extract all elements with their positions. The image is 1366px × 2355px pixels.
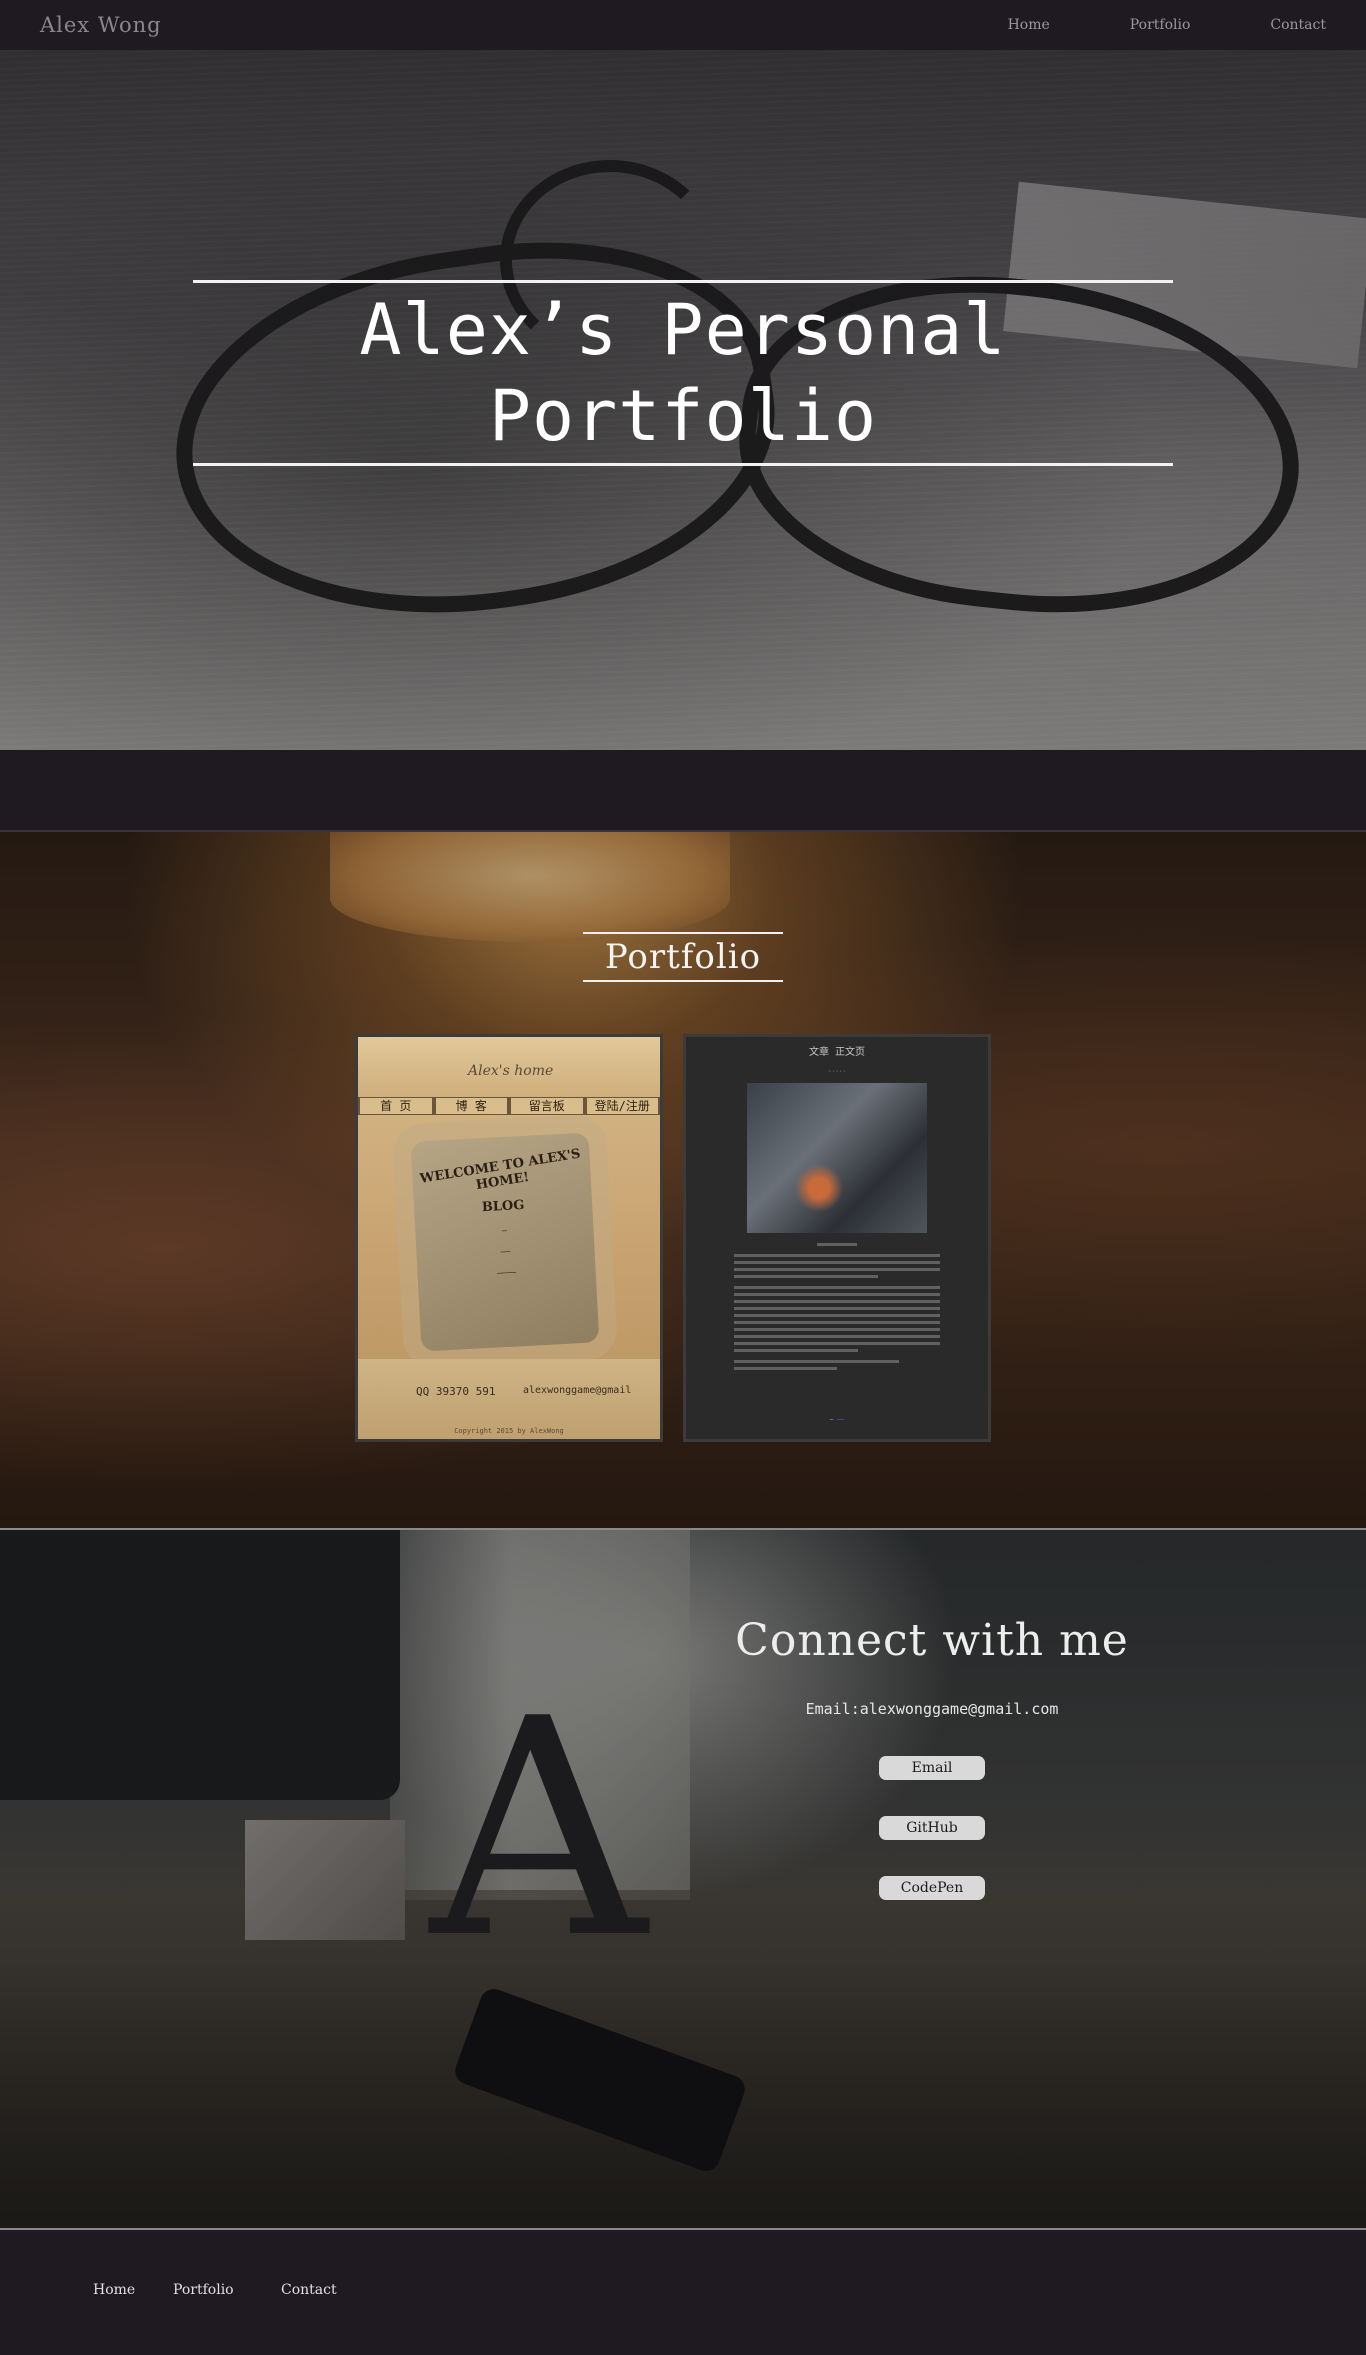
nav-link-home[interactable]: Home [1008, 17, 1050, 33]
project1-menu-item: 博 客 [435, 1098, 507, 1114]
hero-title-line2: Portfolio [488, 375, 878, 457]
project1-menu-item: 登陆/注册 [586, 1098, 658, 1114]
project1-menu-item: 首 页 [360, 1098, 432, 1114]
portfolio-card-article[interactable]: 文章 正文页 ····· — —— [683, 1034, 991, 1442]
hero-title-line1: Alex’s Personal [359, 289, 1007, 371]
project1-copyright: Copyright 2015 by AlexWong [454, 1427, 564, 1435]
project1-mail: alexwonggame@gmail [523, 1385, 632, 1396]
project1-panel-line: ———— [496, 1267, 517, 1278]
hero-bottom-rule [193, 463, 1173, 466]
footer-link-contact[interactable]: Contact [281, 2282, 337, 2298]
project2-text-lines [734, 1243, 940, 1370]
project1-welcome-text: WELCOME TO ALEX'S HOME! [418, 1146, 582, 1194]
nav-links: Home Portfolio Contact [1008, 17, 1326, 33]
project2-title: 文章 正文页 [808, 1047, 866, 1058]
project1-menu-item: 留言板 [511, 1098, 583, 1114]
github-button[interactable]: GitHub [879, 1816, 985, 1840]
brand-logo[interactable]: Alex Wong [40, 13, 162, 37]
project1-panel-line: — [501, 1225, 508, 1236]
project1-footer: QQ 39370 591 alexwonggame@gmail Copyrigh… [358, 1359, 660, 1439]
project1-brand: Alex's home [468, 1063, 554, 1079]
hero-title-block: Alex’s Personal Portfolio [193, 280, 1173, 466]
top-navbar: Alex Wong Home Portfolio Contact [0, 0, 1366, 50]
nav-link-portfolio[interactable]: Portfolio [1130, 17, 1191, 33]
section-gap [0, 750, 1366, 830]
email-button[interactable]: Email [879, 1756, 985, 1780]
contact-title: Connect with me [735, 1615, 1129, 1666]
portfolio-title: Portfolio [583, 932, 783, 982]
project2-subtitle: ····· [827, 1068, 847, 1075]
project1-header: Alex's home [358, 1037, 660, 1097]
footer: Home Portfolio Contact [0, 2232, 1366, 2355]
footer-link-portfolio[interactable]: Portfolio [173, 2282, 234, 2298]
footer-link-home[interactable]: Home [93, 2282, 135, 2298]
hero-section: Alex’s Personal Portfolio [0, 50, 1366, 750]
project2-article-image [747, 1083, 927, 1233]
contact-section: A Connect with me Email:alexwonggame@gma… [0, 1530, 1366, 2230]
hero-title: Alex’s Personal Portfolio [193, 283, 1173, 463]
project1-menu: 首 页 博 客 留言板 登陆/注册 [358, 1097, 660, 1115]
project1-qq: QQ 39370 591 [416, 1385, 496, 1398]
portfolio-card-blog[interactable]: Alex's home 首 页 博 客 留言板 登陆/注册 WELCOME TO… [355, 1034, 663, 1442]
project1-panel-line: —— [500, 1246, 511, 1257]
project2-footer-line: — —— [829, 1416, 845, 1423]
project1-welcome-panel: WELCOME TO ALEX'S HOME! BLOG — —— ———— [410, 1132, 600, 1352]
nav-link-contact[interactable]: Contact [1270, 17, 1326, 33]
portfolio-section: Portfolio Alex's home 首 页 博 客 留言板 登陆/注册 … [0, 830, 1366, 1530]
contact-email-text: Email:alexwonggame@gmail.com [805, 1700, 1059, 1718]
codepen-button[interactable]: CodePen [879, 1876, 985, 1900]
